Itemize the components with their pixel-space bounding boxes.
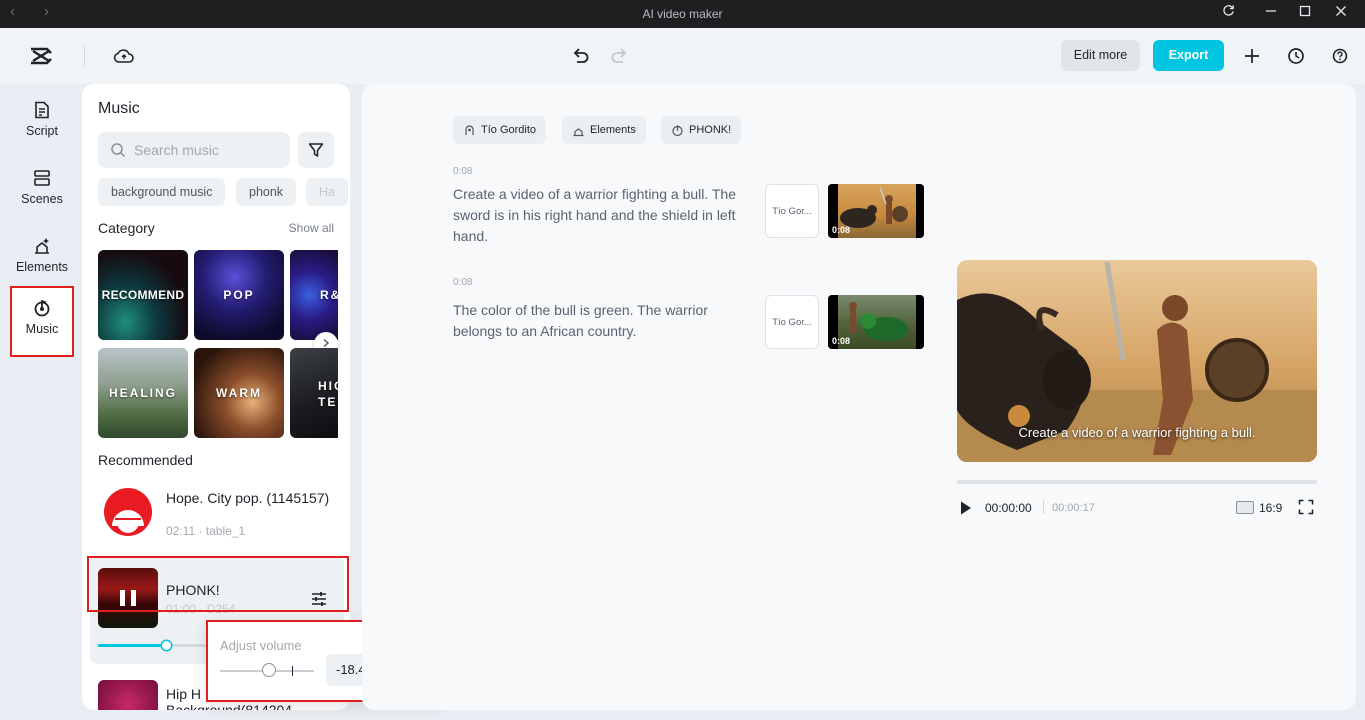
music-icon: [672, 125, 683, 137]
left-rail: Script Scenes Elements Music: [0, 84, 82, 720]
add-icon[interactable]: [1241, 45, 1263, 67]
volume-slider-knob[interactable]: [261, 663, 276, 677]
chip-ha[interactable]: Ha: [306, 178, 348, 206]
chip-phonk[interactable]: phonk: [236, 178, 297, 206]
cloud-upload-icon[interactable]: [112, 44, 136, 68]
redo-icon[interactable]: [608, 44, 632, 68]
rail-label-scenes: Scenes: [21, 192, 63, 206]
track-item-hope[interactable]: Hope. City pop. (1145157) 02:11 · table_…: [98, 482, 338, 542]
video-preview[interactable]: Create a video of a warrior fighting a b…: [957, 260, 1317, 462]
scene-text[interactable]: Create a video of a warrior fighting a b…: [453, 184, 753, 247]
category-label-healing: HEALING: [109, 386, 177, 400]
volume-default-tick: [292, 666, 293, 676]
export-button[interactable]: Export: [1153, 40, 1224, 71]
rail-label-elements: Elements: [15, 260, 69, 274]
recommended-title: Recommended: [98, 452, 193, 468]
elements-icon: [573, 128, 584, 137]
scene-thumbnail[interactable]: 0:08: [828, 295, 924, 349]
voice-icon: [465, 125, 474, 135]
tag-label: Tío Gordito: [481, 124, 537, 136]
preview-progress-bar[interactable]: [957, 480, 1317, 484]
toolbar-divider: [84, 46, 85, 66]
scene-text[interactable]: The color of the bull is green. The warr…: [453, 300, 753, 342]
rail-item-script[interactable]: Script: [10, 90, 74, 158]
category-title: Category: [98, 220, 155, 236]
fullscreen-icon[interactable]: [1298, 499, 1314, 515]
panel-title: Music: [98, 100, 140, 117]
tag-label: Elements: [590, 124, 636, 136]
highlight-box: [87, 556, 349, 612]
scenes-icon: [34, 170, 50, 186]
track-progress-fill: [98, 644, 167, 647]
search-input[interactable]: [134, 140, 284, 160]
category-pop[interactable]: POP: [194, 250, 284, 340]
filter-button[interactable]: [298, 132, 334, 168]
total-time: 00:00:17: [1052, 502, 1095, 514]
capcut-logo-icon[interactable]: [28, 43, 54, 69]
track-thumb-hiphop: [98, 680, 158, 710]
rail-item-scenes[interactable]: Scenes: [10, 158, 74, 226]
rail-item-music[interactable]: Music: [10, 286, 74, 357]
rail-label-script: Script: [26, 124, 58, 138]
chevron-right-icon: [323, 338, 330, 348]
category-high-tempo[interactable]: HIG TEM: [290, 348, 338, 438]
window-title: AI video maker: [642, 7, 723, 21]
category-healing[interactable]: HEALING: [98, 348, 188, 438]
track-progress-knob[interactable]: [161, 641, 171, 650]
chip-background-music[interactable]: background music: [98, 178, 226, 206]
play-icon[interactable]: [959, 500, 973, 516]
tag-label: PHONK!: [689, 124, 732, 136]
undo-icon[interactable]: [568, 44, 592, 68]
scene-duration: 0:08: [832, 225, 851, 235]
help-icon[interactable]: [1329, 45, 1351, 67]
scene-duration: 0:08: [832, 336, 851, 346]
track-progress-bar[interactable]: [98, 641, 218, 650]
scene-voice-card[interactable]: Tío Gor...: [765, 295, 819, 349]
track-name: Hope. City pop. (1145157): [166, 490, 330, 506]
current-time: 00:00:00: [985, 501, 1032, 515]
tag-music[interactable]: PHONK!: [661, 116, 742, 144]
track-meta: 02:11 · table_1: [166, 524, 246, 538]
scene-voice-card[interactable]: Tío Gor...: [765, 184, 819, 238]
category-label-recommend: RECOMMEND: [101, 288, 185, 302]
search-icon: [111, 143, 126, 158]
title-bar: ‹ › AI video maker: [0, 0, 1365, 28]
music-panel: Music background music phonk Ha Category…: [82, 84, 350, 710]
category-warm[interactable]: WARM: [194, 348, 284, 438]
scene-time: 0:08: [453, 166, 473, 177]
top-toolbar: Edit more Export: [0, 28, 1365, 84]
category-label-pop: POP: [223, 288, 255, 302]
scene-time: 0:08: [453, 277, 473, 288]
close-icon[interactable]: [1329, 2, 1353, 24]
category-label-high-tempo: HIG TEM: [318, 379, 338, 409]
rail-label-music: Music: [25, 322, 59, 336]
script-canvas: Tío Gordito Elements PHONK! 0:08 Create …: [362, 84, 1356, 710]
search-box: [98, 132, 290, 168]
category-recommend[interactable]: RECOMMEND: [98, 250, 188, 340]
minimize-icon[interactable]: [1259, 2, 1283, 24]
filter-icon: [308, 143, 324, 157]
category-label-rb: R&: [320, 288, 338, 302]
tag-voice[interactable]: Tío Gordito: [453, 116, 547, 144]
edit-more-button[interactable]: Edit more: [1061, 40, 1140, 71]
tag-elements[interactable]: Elements: [562, 116, 646, 144]
volume-label: Adjust volume: [220, 638, 302, 653]
aspect-ratio-value[interactable]: 16:9: [1259, 501, 1282, 515]
category-label-warm: WARM: [216, 386, 262, 400]
time-divider: [1043, 500, 1044, 514]
show-all-link[interactable]: Show all: [289, 221, 334, 235]
music-icon: [34, 299, 50, 317]
script-icon: [35, 101, 49, 119]
aspect-ratio-icon[interactable]: [1236, 501, 1254, 514]
track-thumb-hope: [98, 482, 158, 542]
refresh-icon[interactable]: [1216, 2, 1240, 24]
maximize-icon[interactable]: [1293, 2, 1317, 24]
history-icon[interactable]: [1285, 45, 1307, 67]
scene-thumbnail[interactable]: 0:08: [828, 184, 924, 238]
preview-caption: Create a video of a warrior fighting a b…: [1018, 425, 1256, 440]
elements-icon: [35, 238, 49, 254]
rail-item-elements[interactable]: Elements: [10, 226, 74, 294]
category-rb[interactable]: R&: [290, 250, 338, 340]
